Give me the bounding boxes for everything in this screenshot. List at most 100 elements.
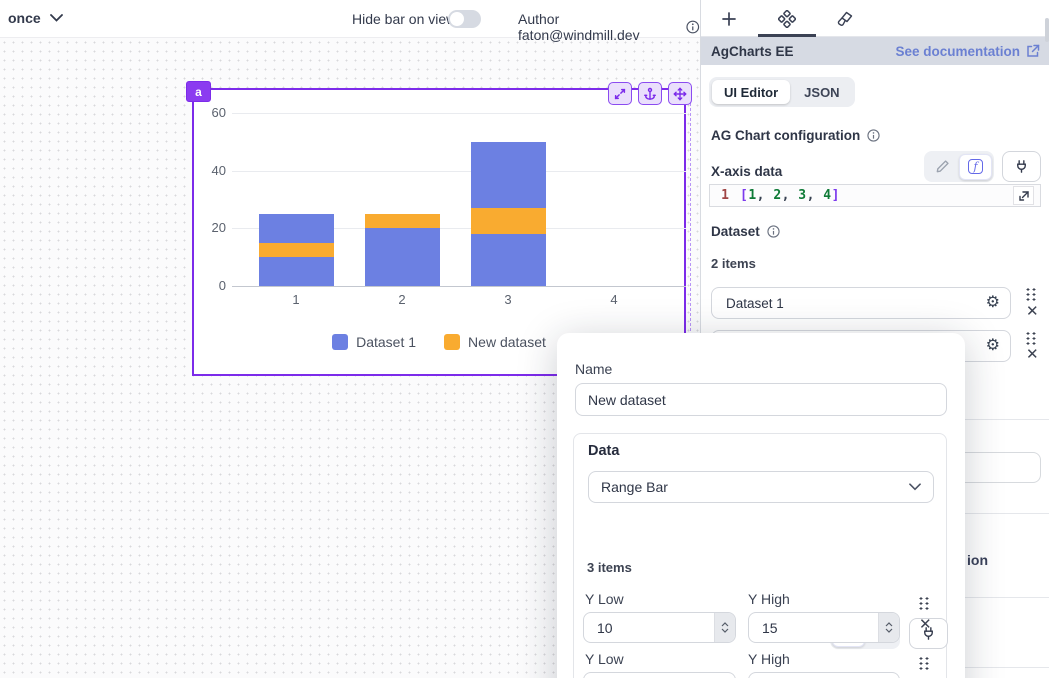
- value-row-remove-button[interactable]: ✕: [919, 617, 932, 632]
- x-axis-line: [232, 286, 686, 287]
- paintbrush-icon: [836, 10, 854, 28]
- spinner-up-icon: [885, 622, 893, 627]
- spinner-down-icon: [885, 628, 893, 633]
- yhigh-label: Y High: [748, 651, 790, 667]
- y-tick-label: 0: [196, 278, 226, 293]
- static-edit-button[interactable]: [926, 154, 959, 180]
- tab-ui-editor[interactable]: UI Editor: [712, 80, 790, 104]
- chevron-down-icon: [50, 14, 63, 22]
- components-icon: [778, 10, 796, 28]
- pencil-icon: [935, 159, 950, 174]
- x-tick-label: 2: [380, 292, 424, 307]
- dataset-1-name-input[interactable]: Dataset 1 ⚙: [711, 287, 1011, 319]
- dataset-1-drag-handle[interactable]: [1025, 287, 1038, 301]
- obscured-section-label: ion: [967, 552, 988, 568]
- range-bar-segment-newdataset: [365, 214, 440, 228]
- dataset-name-input[interactable]: New dataset: [575, 383, 947, 416]
- dataset-1-remove-button[interactable]: ✕: [1026, 304, 1039, 319]
- move-icon: [673, 87, 687, 101]
- doc-link-label: See documentation: [895, 44, 1020, 59]
- legend-item[interactable]: New dataset: [444, 334, 546, 350]
- yhigh-label: Y High: [748, 591, 790, 607]
- spinner-down-icon: [721, 628, 729, 633]
- code-token: ,: [807, 188, 824, 203]
- component-title: AgCharts EE: [711, 44, 794, 59]
- xaxis-label-text: X-axis data: [711, 164, 782, 179]
- expand-component-button[interactable]: [608, 82, 632, 105]
- ylow-input[interactable]: [583, 672, 736, 678]
- number-spinner[interactable]: [878, 613, 899, 642]
- panel-scrollbar[interactable]: [1045, 18, 1049, 42]
- legend-label: New dataset: [468, 334, 546, 350]
- run-mode-dropdown[interactable]: once: [8, 10, 63, 26]
- code-expand-button[interactable]: [1013, 186, 1034, 205]
- anchor-component-button[interactable]: [638, 82, 662, 105]
- yhigh-input[interactable]: [748, 672, 900, 678]
- see-documentation-link[interactable]: See documentation: [895, 44, 1040, 59]
- legend-swatch: [444, 334, 460, 350]
- value-row-drag-handle[interactable]: [918, 656, 931, 670]
- data-section-title: Data: [588, 443, 619, 459]
- x-tick-label: 1: [274, 292, 318, 307]
- chart-plot: 02040601234Dataset 1New dataset: [194, 90, 684, 374]
- code-token: 3: [798, 188, 806, 203]
- component-id-badge[interactable]: a: [186, 81, 211, 102]
- data-type-value: Range Bar: [601, 479, 668, 495]
- x-tick-label: 3: [486, 292, 530, 307]
- info-icon: [767, 225, 780, 238]
- xaxis-code-editor[interactable]: 1 [1, 2, 3, 4]: [709, 184, 1041, 207]
- ylow-input[interactable]: 10: [583, 612, 736, 643]
- code-token: 4: [823, 188, 831, 203]
- config-section-title: AG Chart configuration: [711, 128, 880, 143]
- expression-button[interactable]: f: [959, 154, 992, 180]
- gridline: [232, 113, 686, 114]
- dataset-section-label: Dataset: [711, 224, 780, 239]
- code-token: ]: [832, 188, 840, 203]
- tab-settings[interactable]: [759, 5, 815, 33]
- tab-insert[interactable]: [701, 5, 757, 33]
- gear-icon[interactable]: ⚙: [986, 338, 1000, 354]
- code-token: 2: [773, 188, 781, 203]
- yhigh-value: 15: [749, 620, 878, 636]
- dataset-2-remove-button[interactable]: ✕: [1026, 347, 1039, 362]
- function-icon: f: [968, 159, 983, 174]
- hide-bar-label: Hide bar on view: [352, 11, 456, 27]
- panel-tabs: [701, 0, 1049, 37]
- legend-label: Dataset 1: [356, 334, 416, 350]
- gridline: [232, 171, 686, 172]
- dataset-2-drag-handle[interactable]: [1025, 331, 1038, 345]
- number-spinner[interactable]: [714, 613, 735, 642]
- xaxis-connect-button[interactable]: [1002, 151, 1041, 182]
- ylow-value: 10: [584, 620, 714, 636]
- tab-json[interactable]: JSON: [792, 80, 851, 104]
- dataset-1-name: Dataset 1: [726, 296, 784, 311]
- range-bar-segment-newdataset: [471, 208, 546, 234]
- component-header: AgCharts EE See documentation: [701, 37, 1049, 65]
- yhigh-input[interactable]: 15: [748, 612, 900, 643]
- dataset-label-text: Dataset: [711, 224, 760, 239]
- hide-bar-toggle[interactable]: [448, 10, 481, 28]
- code-token: ,: [782, 188, 799, 203]
- dataset-count: 2 items: [711, 256, 756, 271]
- xaxis-label: X-axis data: [711, 164, 782, 179]
- gear-icon[interactable]: ⚙: [986, 295, 1000, 311]
- legend-item[interactable]: Dataset 1: [332, 334, 416, 350]
- code-line-number: 1: [710, 188, 740, 203]
- plus-icon: [721, 11, 737, 27]
- xaxis-input-mode-group: f: [924, 151, 994, 182]
- expand-arrow-icon: [1019, 191, 1029, 201]
- dataset-name-value: New dataset: [588, 392, 666, 408]
- anchor-icon: [643, 87, 657, 101]
- data-type-select[interactable]: Range Bar: [588, 471, 934, 503]
- external-link-icon: [1026, 44, 1040, 58]
- code-token: 1: [748, 188, 756, 203]
- plug-icon: [1014, 159, 1029, 174]
- move-component-button[interactable]: [668, 82, 692, 105]
- info-icon: [686, 20, 700, 34]
- value-row-drag-handle[interactable]: [918, 596, 931, 610]
- config-title-text: AG Chart configuration: [711, 128, 860, 143]
- spinner-up-icon: [721, 622, 729, 627]
- tab-styling[interactable]: [817, 5, 873, 33]
- toggle-knob: [450, 12, 464, 26]
- y-tick-label: 20: [196, 220, 226, 235]
